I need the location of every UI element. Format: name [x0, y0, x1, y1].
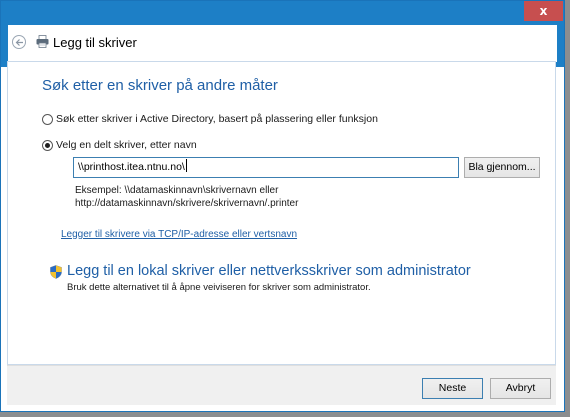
- desktop-background: [565, 0, 570, 417]
- printer-name-value: \\printhost.itea.ntnu.no\: [78, 161, 185, 173]
- tcp-ip-link[interactable]: Legger til skrivere via TCP/IP-adresse e…: [61, 229, 297, 240]
- radio-active-directory[interactable]: [42, 114, 53, 125]
- admin-option-description: Bruk dette alternativet til å åpne veivi…: [67, 282, 371, 293]
- text-caret: [185, 159, 187, 172]
- back-arrow-icon: [15, 39, 23, 46]
- wizard-title: Legg til skriver: [53, 35, 137, 50]
- example-line-2: http://datamaskinnavn/skrivere/skriverna…: [75, 197, 299, 209]
- back-button[interactable]: [12, 35, 26, 49]
- browse-button[interactable]: Bla gjennom...: [464, 157, 540, 178]
- wizard-content-panel: [7, 61, 556, 365]
- example-text: Eksempel: \\datamaskinnavn\skrivernavn e…: [75, 185, 298, 210]
- desktop-background-bottom: [0, 412, 570, 417]
- radio-active-directory-label[interactable]: Søk etter skriver i Active Directory, ba…: [56, 113, 378, 125]
- close-button[interactable]: x: [524, 1, 563, 21]
- printer-name-input[interactable]: \\printhost.itea.ntnu.no\: [73, 157, 459, 178]
- next-button[interactable]: Neste: [422, 378, 483, 399]
- admin-option-title[interactable]: Legg til en lokal skriver eller nettverk…: [67, 263, 471, 279]
- radio-selected-dot: [45, 143, 50, 148]
- section-heading: Søk etter en skriver på andre måter: [42, 77, 278, 94]
- cancel-button[interactable]: Avbryt: [490, 378, 551, 399]
- radio-shared-printer-by-name[interactable]: [42, 140, 53, 151]
- radio-shared-printer-label[interactable]: Velg en delt skriver, etter navn: [56, 139, 197, 151]
- printer-icon: [36, 35, 49, 48]
- example-line-1: Eksempel: \\datamaskinnavn\skrivernavn e…: [75, 185, 279, 196]
- uac-shield-icon: [50, 265, 62, 279]
